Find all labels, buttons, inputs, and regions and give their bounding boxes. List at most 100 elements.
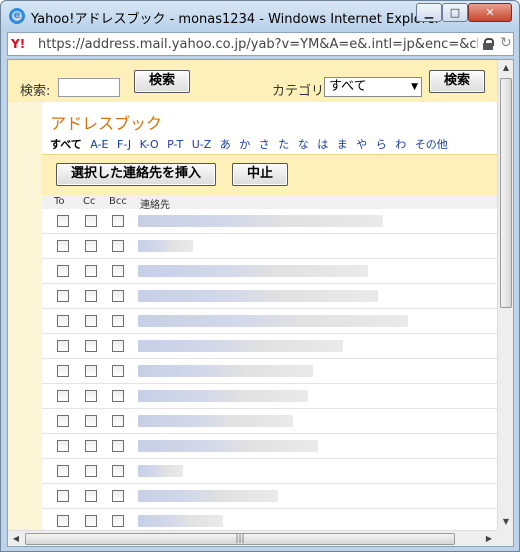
scroll-left-icon[interactable]: ◀: [8, 531, 24, 546]
index-link-ya[interactable]: や: [356, 138, 367, 151]
index-link-wa[interactable]: わ: [395, 138, 406, 151]
index-link-a[interactable]: あ: [220, 138, 231, 151]
cc-checkbox[interactable]: [85, 465, 97, 477]
category-select[interactable]: すべて ▼: [324, 77, 422, 97]
to-checkbox[interactable]: [57, 465, 69, 477]
contact-row: [42, 334, 497, 359]
index-link-p-t[interactable]: P-T: [167, 138, 183, 151]
bcc-checkbox[interactable]: [112, 390, 124, 402]
bcc-checkbox[interactable]: [112, 365, 124, 377]
to-checkbox[interactable]: [57, 515, 69, 527]
bcc-checkbox[interactable]: [112, 265, 124, 277]
cancel-button[interactable]: 中止: [232, 163, 288, 186]
to-checkbox[interactable]: [57, 340, 69, 352]
index-links: すべて A-E F-J K-O P-T U-Z あ か さ た な は ま や …: [50, 136, 453, 152]
to-checkbox[interactable]: [57, 490, 69, 502]
cc-checkbox[interactable]: [85, 390, 97, 402]
contact-redacted: [138, 315, 408, 327]
contact-row: [42, 259, 497, 284]
cc-checkbox[interactable]: [85, 290, 97, 302]
to-checkbox[interactable]: [57, 315, 69, 327]
bcc-checkbox[interactable]: [112, 515, 124, 527]
close-button[interactable]: ✕: [468, 3, 512, 22]
search-toolbar: 検索: 検索 カテゴリ: すべて ▼ 検索: [8, 60, 497, 102]
refresh-icon[interactable]: ↻: [500, 35, 512, 53]
index-link-sa[interactable]: さ: [259, 138, 270, 151]
index-link-u-z[interactable]: U-Z: [192, 138, 212, 151]
search-button[interactable]: 検索: [134, 70, 190, 93]
cc-checkbox[interactable]: [85, 515, 97, 527]
index-link-k-o[interactable]: K-O: [140, 138, 159, 151]
to-checkbox[interactable]: [57, 365, 69, 377]
vertical-scrollbar[interactable]: ▲ ▼: [497, 60, 513, 530]
to-checkbox[interactable]: [57, 415, 69, 427]
window-title: Yahoo!アドレスブック - monas1234 - Windows Inte…: [31, 12, 441, 27]
cc-checkbox[interactable]: [85, 365, 97, 377]
to-checkbox[interactable]: [57, 440, 69, 452]
cc-checkbox[interactable]: [85, 240, 97, 252]
category-search-button[interactable]: 検索: [429, 70, 485, 93]
contact-redacted: [138, 265, 368, 277]
bcc-checkbox[interactable]: [112, 440, 124, 452]
index-link-f-j[interactable]: F-J: [117, 138, 131, 151]
contact-row: [42, 384, 497, 409]
cc-checkbox[interactable]: [85, 415, 97, 427]
index-link-other[interactable]: その他: [415, 138, 448, 151]
index-link-na[interactable]: な: [298, 138, 309, 151]
cc-checkbox[interactable]: [85, 440, 97, 452]
contact-redacted: [138, 240, 193, 252]
scrollbar-corner: [497, 530, 513, 546]
left-margin: [8, 60, 42, 546]
bcc-checkbox[interactable]: [112, 465, 124, 477]
index-link-ha[interactable]: は: [317, 138, 328, 151]
action-bar: 選択した連絡先を挿入 中止: [42, 154, 497, 195]
contact-row: [42, 459, 497, 484]
minimize-button[interactable]: ▁: [416, 3, 442, 22]
bcc-checkbox[interactable]: [112, 315, 124, 327]
index-link-ra[interactable]: ら: [376, 138, 387, 151]
index-link-ka[interactable]: か: [239, 138, 250, 151]
cc-checkbox[interactable]: [85, 315, 97, 327]
maximize-button[interactable]: □: [442, 3, 468, 22]
index-link-ta[interactable]: た: [278, 138, 289, 151]
contact-row: [42, 484, 497, 509]
cc-checkbox[interactable]: [85, 265, 97, 277]
index-link-ma[interactable]: ま: [337, 138, 348, 151]
contact-row: [42, 234, 497, 259]
to-checkbox[interactable]: [57, 390, 69, 402]
browser-window: e Yahoo!アドレスブック - monas1234 - Windows In…: [0, 0, 520, 552]
category-label: カテゴリ:: [272, 84, 329, 99]
scroll-down-icon[interactable]: ▼: [498, 514, 513, 530]
cc-checkbox[interactable]: [85, 490, 97, 502]
to-checkbox[interactable]: [57, 265, 69, 277]
horizontal-scrollbar[interactable]: ◀ ||| ▶: [8, 530, 497, 546]
vertical-scroll-thumb[interactable]: [500, 78, 512, 308]
bcc-checkbox[interactable]: [112, 290, 124, 302]
to-checkbox[interactable]: [57, 290, 69, 302]
index-link-all[interactable]: すべて: [50, 138, 82, 151]
cc-checkbox[interactable]: [85, 215, 97, 227]
horizontal-scroll-thumb[interactable]: |||: [25, 533, 455, 545]
index-link-a-e[interactable]: A-E: [90, 138, 108, 151]
cc-checkbox[interactable]: [85, 340, 97, 352]
contact-redacted: [138, 290, 378, 302]
bcc-checkbox[interactable]: [112, 215, 124, 227]
to-checkbox[interactable]: [57, 215, 69, 227]
scroll-right-icon[interactable]: ▶: [481, 531, 497, 546]
chevron-down-icon: ▼: [411, 82, 418, 92]
insert-selected-contacts-button[interactable]: 選択した連絡先を挿入: [56, 163, 216, 186]
to-checkbox[interactable]: [57, 240, 69, 252]
url-text[interactable]: https://address.mail.yahoo.co.jp/yab?v=Y…: [38, 37, 478, 53]
bcc-checkbox[interactable]: [112, 490, 124, 502]
bcc-checkbox[interactable]: [112, 415, 124, 427]
bcc-checkbox[interactable]: [112, 340, 124, 352]
scroll-up-icon[interactable]: ▲: [498, 60, 513, 76]
bcc-checkbox[interactable]: [112, 240, 124, 252]
contact-redacted: [138, 490, 278, 502]
lock-icon[interactable]: [483, 38, 494, 50]
contact-redacted: [138, 515, 223, 527]
title-bar[interactable]: e Yahoo!アドレスブック - monas1234 - Windows In…: [1, 1, 519, 31]
search-input[interactable]: [58, 78, 120, 97]
address-bar[interactable]: Y! https://address.mail.yahoo.co.jp/yab?…: [7, 32, 514, 56]
contact-redacted: [138, 415, 293, 427]
